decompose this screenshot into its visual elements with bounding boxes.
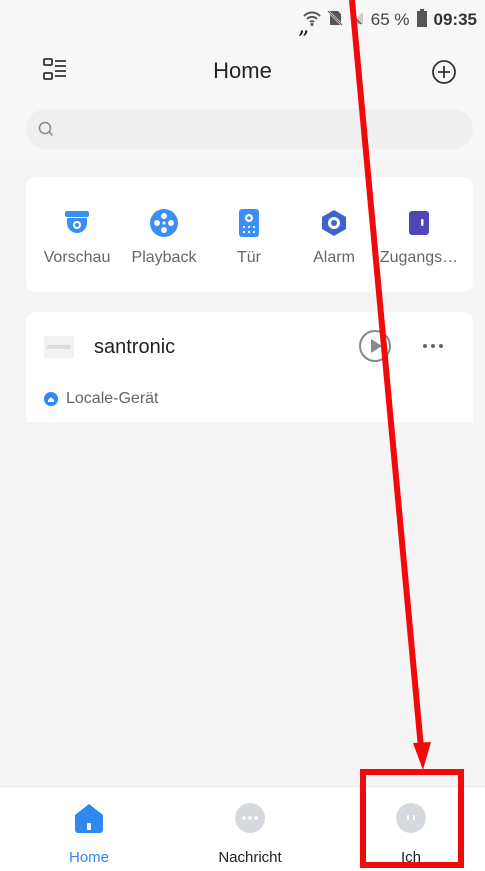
tab-label: Nachricht bbox=[218, 849, 282, 866]
tab-label: Ich bbox=[400, 849, 421, 866]
quick-action-label: Tür bbox=[237, 249, 261, 266]
page-title: Home bbox=[213, 58, 272, 83]
film-reel-icon bbox=[150, 209, 178, 237]
main-content: Vorschau Playback Tür Alarm Zugangs… san… bbox=[0, 160, 485, 786]
clock: 09:35 bbox=[433, 10, 477, 29]
quick-action-zugang[interactable]: Zugangs… bbox=[374, 207, 464, 267]
status-bar: 65 % 09:35 bbox=[0, 0, 485, 40]
search-icon bbox=[38, 121, 53, 136]
profile-icon bbox=[396, 803, 426, 833]
local-device-icon bbox=[44, 392, 58, 406]
bottom-tab-bar: Home Nachricht Ich bbox=[0, 786, 485, 871]
battery-icon bbox=[416, 8, 428, 32]
dome-camera-icon bbox=[65, 211, 89, 233]
list-grid-icon bbox=[43, 58, 66, 80]
annotation-quote: „ bbox=[298, 14, 310, 39]
more-dots-icon bbox=[423, 344, 443, 348]
search-bar bbox=[0, 102, 485, 160]
message-icon bbox=[235, 803, 265, 833]
quick-action-alarm[interactable]: Alarm bbox=[289, 207, 379, 267]
door-intercom-icon bbox=[239, 209, 259, 237]
no-sim-icon bbox=[326, 9, 343, 31]
device-play-button[interactable] bbox=[358, 329, 392, 363]
device-name: santronic bbox=[94, 336, 176, 358]
access-door-icon bbox=[409, 211, 429, 235]
plus-circle-icon bbox=[432, 60, 456, 84]
device-more-button[interactable] bbox=[420, 336, 446, 356]
tab-home[interactable]: Home bbox=[29, 801, 149, 866]
search-input[interactable] bbox=[26, 109, 473, 149]
quick-action-label: Vorschau bbox=[43, 249, 111, 266]
quick-action-label: Alarm bbox=[313, 249, 355, 266]
home-icon bbox=[75, 804, 103, 833]
tab-nachricht[interactable]: Nachricht bbox=[190, 801, 310, 866]
add-device-button[interactable] bbox=[429, 57, 459, 87]
device-location-label: Locale-Gerät bbox=[66, 390, 159, 407]
battery-percent: 65 % bbox=[370, 10, 410, 29]
device-card[interactable]: santronic Locale-Gerät bbox=[26, 312, 473, 422]
quick-actions-card: Vorschau Playback Tür Alarm Zugangs… bbox=[26, 177, 473, 292]
quick-action-label: Zugangs… bbox=[379, 249, 459, 266]
signal-off-icon bbox=[349, 10, 365, 31]
play-circle-icon bbox=[359, 330, 391, 362]
quick-action-label: Playback bbox=[131, 249, 197, 266]
tab-label: Home bbox=[68, 849, 109, 866]
device-list-menu-button[interactable] bbox=[40, 56, 70, 86]
device-thumbnail-icon bbox=[44, 336, 74, 358]
tab-ich[interactable]: Ich bbox=[351, 801, 471, 866]
device-location: Locale-Gerät bbox=[44, 390, 159, 408]
alarm-eye-icon bbox=[322, 210, 346, 236]
quick-action-vorschau[interactable]: Vorschau bbox=[32, 207, 122, 267]
app-header: Home bbox=[0, 40, 485, 102]
quick-action-tuer[interactable]: Tür bbox=[204, 207, 294, 267]
quick-action-playback[interactable]: Playback bbox=[119, 207, 209, 267]
